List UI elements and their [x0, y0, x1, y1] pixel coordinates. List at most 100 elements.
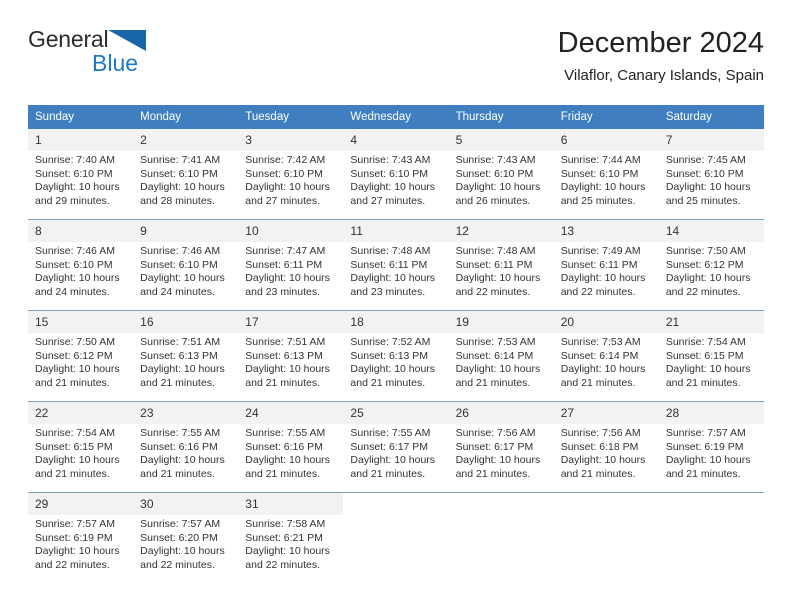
daylight-text-line1: Daylight: 10 hours [560, 454, 646, 466]
calendar-day-cell[interactable]: 13 Sunrise: 7:49 AM Sunset: 6:11 PM Dayligh… [553, 219, 659, 311]
calendar-day-cell[interactable]: 30 Sunrise: 7:57 AM Sunset: 6:20 PM Dayligh… [133, 492, 239, 583]
calendar-day-cell[interactable]: 1 Sunrise: 7:40 AM Sunset: 6:10 PM Daylight… [28, 129, 134, 220]
day-details: Sunrise: 7:46 AM Sunset: 6:10 PM Daylight:… [133, 242, 238, 299]
daylight-text-line1: Daylight: 10 hours [560, 181, 646, 193]
brand-logo[interactable]: General Blue [28, 26, 238, 88]
daylight-text-line2: and 21 minutes. [455, 376, 531, 389]
day-details: Sunrise: 7:41 AM Sunset: 6:10 PM Daylight:… [133, 151, 238, 208]
day-details: Sunrise: 7:50 AM Sunset: 6:12 PM Daylight:… [659, 242, 764, 299]
calendar-week-row: 15 Sunrise: 7:50 AM Sunset: 6:12 PM Dayligh… [28, 310, 764, 402]
calendar-day-cell[interactable]: 21 Sunrise: 7:54 AM Sunset: 6:15 PM Dayligh… [658, 310, 764, 402]
daylight-text-line1: Daylight: 10 hours [140, 181, 225, 193]
day-details: Sunrise: 7:54 AM Sunset: 6:15 PM Daylight:… [28, 424, 133, 481]
daylight-text-line1: Daylight: 10 hours [245, 181, 330, 193]
calendar-day-cell[interactable]: 26 Sunrise: 7:56 AM Sunset: 6:17 PM Dayligh… [448, 401, 554, 493]
weekday-header-saturday: Saturday [658, 105, 764, 129]
daylight-text-line2: and 21 minutes. [140, 467, 215, 480]
daylight-text-line2: and 27 minutes. [245, 194, 320, 207]
brand-logo-top: General [28, 26, 238, 52]
calendar-day-cell[interactable]: 4 Sunrise: 7:43 AM Sunset: 6:10 PM Daylight… [343, 129, 449, 220]
calendar-day-cell[interactable]: 19 Sunrise: 7:53 AM Sunset: 6:14 PM Dayligh… [448, 310, 554, 402]
calendar-day-cell[interactable]: 3 Sunrise: 7:42 AM Sunset: 6:10 PM Daylight… [238, 129, 344, 220]
calendar-table: Sunday Monday Tuesday Wednesday Thursday… [28, 105, 764, 583]
day-details: Sunrise: 7:46 AM Sunset: 6:10 PM Daylight:… [28, 242, 133, 299]
day-details: Sunrise: 7:57 AM Sunset: 6:19 PM Daylight:… [659, 424, 764, 481]
day-number: 3 [238, 129, 344, 151]
calendar-day-cell[interactable]: 18 Sunrise: 7:52 AM Sunset: 6:13 PM Dayligh… [343, 310, 449, 402]
calendar-day-cell[interactable]: 27 Sunrise: 7:56 AM Sunset: 6:18 PM Dayligh… [553, 401, 659, 493]
daylight-text-line1: Daylight: 10 hours [665, 272, 751, 284]
calendar-day-cell[interactable]: 14 Sunrise: 7:50 AM Sunset: 6:12 PM Dayligh… [658, 219, 764, 311]
sunset-text: Sunset: 6:20 PM [140, 531, 218, 544]
sunset-text: Sunset: 6:21 PM [245, 531, 323, 544]
calendar-day-cell[interactable]: 5 Sunrise: 7:43 AM Sunset: 6:10 PM Daylight… [448, 129, 554, 220]
calendar-day-cell[interactable]: 23 Sunrise: 7:55 AM Sunset: 6:16 PM Dayligh… [133, 401, 239, 493]
calendar-day-cell[interactable]: 17 Sunrise: 7:51 AM Sunset: 6:13 PM Dayligh… [238, 310, 344, 402]
daylight-text-line1: Daylight: 10 hours [35, 454, 120, 466]
day-number: 23 [133, 402, 239, 424]
calendar-day-cell[interactable]: 10 Sunrise: 7:47 AM Sunset: 6:11 PM Dayligh… [238, 219, 344, 311]
day-number [448, 493, 554, 499]
sunrise-text: Sunrise: 7:45 AM [665, 154, 746, 166]
sunset-text: Sunset: 6:11 PM [455, 258, 533, 271]
title-block: December 2024 Vilaflor, Canary Islands, … [558, 26, 764, 85]
sunset-text: Sunset: 6:10 PM [140, 258, 218, 271]
day-number: 29 [28, 493, 134, 515]
daylight-text-line2: and 21 minutes. [560, 467, 636, 480]
sunrise-text: Sunrise: 7:54 AM [665, 336, 746, 348]
calendar-day-cell[interactable]: 29 Sunrise: 7:57 AM Sunset: 6:19 PM Dayligh… [28, 492, 134, 583]
calendar-day-cell[interactable]: 11 Sunrise: 7:48 AM Sunset: 6:11 PM Dayligh… [343, 219, 449, 311]
calendar-day-cell[interactable]: 2 Sunrise: 7:41 AM Sunset: 6:10 PM Daylight… [133, 129, 239, 220]
daylight-text-line1: Daylight: 10 hours [560, 272, 646, 284]
daylight-text-line2: and 22 minutes. [455, 285, 531, 298]
calendar-day-cell-empty [553, 492, 659, 583]
daylight-text-line1: Daylight: 10 hours [245, 545, 330, 557]
day-number: 22 [28, 402, 134, 424]
day-number: 19 [448, 311, 554, 333]
calendar-day-cell[interactable]: 25 Sunrise: 7:55 AM Sunset: 6:17 PM Dayligh… [343, 401, 449, 493]
calendar-day-cell[interactable]: 28 Sunrise: 7:57 AM Sunset: 6:19 PM Dayligh… [658, 401, 764, 493]
daylight-text-line2: and 23 minutes. [350, 285, 426, 298]
sunrise-text: Sunrise: 7:58 AM [245, 518, 326, 530]
page-title: December 2024 [557, 27, 764, 59]
sunrise-text: Sunrise: 7:41 AM [140, 154, 221, 166]
daylight-text-line1: Daylight: 10 hours [455, 363, 541, 375]
daylight-text-line2: and 24 minutes. [35, 285, 110, 298]
daylight-text-line2: and 28 minutes. [140, 194, 215, 207]
day-details: Sunrise: 7:48 AM Sunset: 6:11 PM Daylight:… [449, 242, 554, 299]
day-number: 18 [343, 311, 449, 333]
calendar-day-cell[interactable]: 16 Sunrise: 7:51 AM Sunset: 6:13 PM Dayligh… [133, 310, 239, 402]
calendar-day-cell[interactable]: 6 Sunrise: 7:44 AM Sunset: 6:10 PM Daylight… [553, 129, 659, 220]
calendar-day-cell[interactable]: 12 Sunrise: 7:48 AM Sunset: 6:11 PM Dayligh… [448, 219, 554, 311]
calendar-day-cell[interactable]: 7 Sunrise: 7:45 AM Sunset: 6:10 PM Daylight… [658, 129, 764, 220]
day-details: Sunrise: 7:49 AM Sunset: 6:11 PM Daylight:… [554, 242, 659, 299]
daylight-text-line2: and 25 minutes. [665, 194, 741, 207]
daylight-text-line2: and 21 minutes. [35, 467, 110, 480]
sunset-text: Sunset: 6:17 PM [350, 440, 429, 453]
day-number: 1 [28, 129, 134, 151]
calendar-body: 1 Sunrise: 7:40 AM Sunset: 6:10 PM Daylight… [28, 129, 764, 583]
calendar-day-cell[interactable]: 31 Sunrise: 7:58 AM Sunset: 6:21 PM Dayligh… [238, 492, 344, 583]
sunrise-text: Sunrise: 7:43 AM [350, 154, 431, 166]
daylight-text-line2: and 22 minutes. [665, 285, 741, 298]
calendar-day-cell[interactable]: 20 Sunrise: 7:53 AM Sunset: 6:14 PM Dayligh… [553, 310, 659, 402]
day-number: 11 [343, 220, 449, 242]
sunset-text: Sunset: 6:14 PM [560, 349, 639, 362]
day-number: 5 [448, 129, 554, 151]
day-number: 31 [238, 493, 344, 515]
sunset-text: Sunset: 6:10 PM [140, 167, 218, 180]
day-number: 6 [553, 129, 659, 151]
day-details: Sunrise: 7:53 AM Sunset: 6:14 PM Daylight:… [449, 333, 554, 390]
calendar-week-row: 29 Sunrise: 7:57 AM Sunset: 6:19 PM Dayligh… [28, 492, 764, 583]
daylight-text-line2: and 21 minutes. [665, 467, 741, 480]
calendar-week-row: 22 Sunrise: 7:54 AM Sunset: 6:15 PM Dayligh… [28, 401, 764, 493]
calendar-day-cell[interactable]: 22 Sunrise: 7:54 AM Sunset: 6:15 PM Dayligh… [28, 401, 134, 493]
calendar-day-cell[interactable]: 8 Sunrise: 7:46 AM Sunset: 6:10 PM Daylight… [28, 219, 134, 311]
calendar-day-cell[interactable]: 15 Sunrise: 7:50 AM Sunset: 6:12 PM Dayligh… [28, 310, 134, 402]
day-details: Sunrise: 7:51 AM Sunset: 6:13 PM Daylight:… [133, 333, 238, 390]
calendar-day-cell[interactable]: 9 Sunrise: 7:46 AM Sunset: 6:10 PM Daylight… [133, 219, 239, 311]
weekday-header-wednesday: Wednesday [343, 105, 449, 129]
calendar-day-cell[interactable]: 24 Sunrise: 7:55 AM Sunset: 6:16 PM Dayligh… [238, 401, 344, 493]
daylight-text-line1: Daylight: 10 hours [350, 454, 436, 466]
daylight-text-line2: and 25 minutes. [560, 194, 636, 207]
